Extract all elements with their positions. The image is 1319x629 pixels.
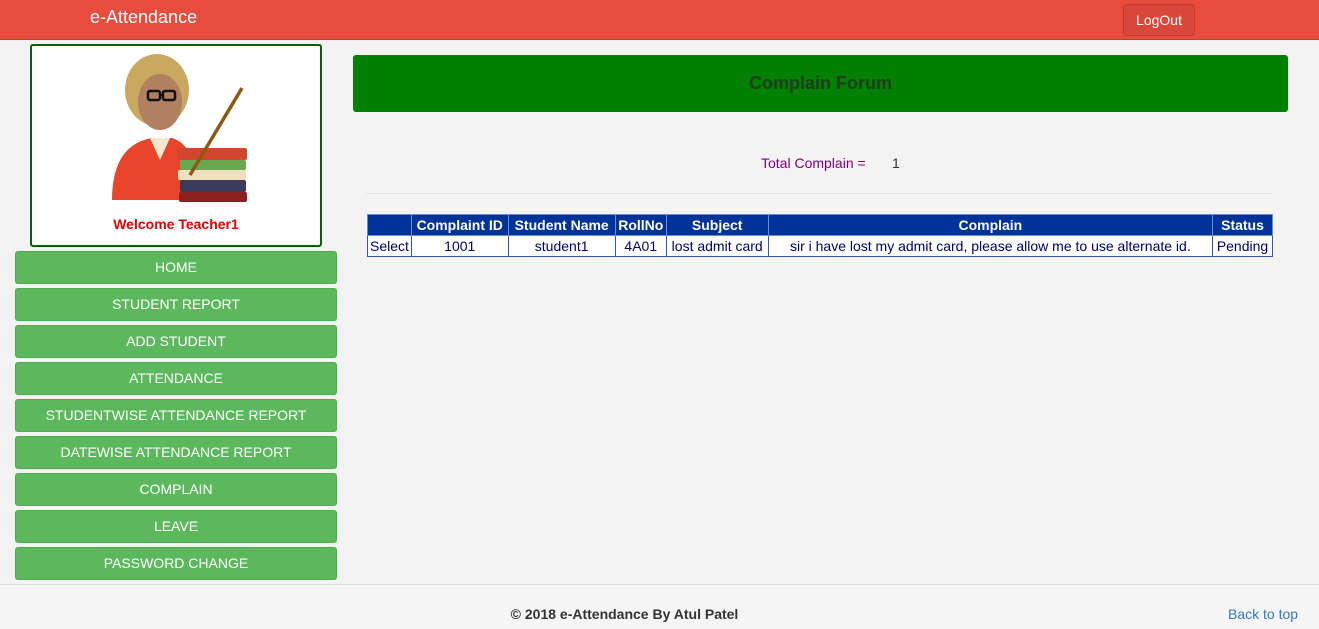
cell-subject: lost admit card — [665, 235, 769, 257]
cell-rollno: 4A01 — [614, 235, 667, 257]
menu-studentwise-report-button[interactable]: STUDENTWISE ATTENDANCE REPORT — [15, 399, 337, 432]
menu-student-report-button[interactable]: STUDENT REPORT — [15, 288, 337, 321]
cell-complaint-id: 1001 — [410, 235, 509, 257]
welcome-text: Welcome Teacher1 — [113, 216, 239, 232]
column-header-select — [367, 214, 412, 236]
column-header-student-name[interactable]: Student Name — [507, 214, 616, 236]
table-header-row: Complaint ID Student Name RollNo Subject… — [367, 214, 1273, 236]
menu-add-student-button[interactable]: ADD STUDENT — [15, 325, 337, 358]
column-header-rollno[interactable]: RollNo — [614, 214, 667, 236]
profile-card: Welcome Teacher1 — [30, 44, 322, 247]
copyright-text: © 2018 e-Attendance By Atul Patel — [510, 606, 739, 622]
back-to-top-link[interactable]: Back to top — [1228, 606, 1298, 622]
total-complain-value: 1 — [892, 155, 900, 171]
select-link[interactable]: Select — [367, 235, 412, 257]
teacher-avatar-icon — [112, 54, 247, 202]
menu-datewise-report-button[interactable]: DATEWISE ATTENDANCE REPORT — [15, 436, 337, 469]
cell-status: Pending — [1212, 235, 1273, 257]
menu-complain-button[interactable]: COMPLAIN — [15, 473, 337, 506]
column-header-complain[interactable]: Complain — [767, 214, 1214, 236]
complaints-table: Complaint ID Student Name RollNo Subject… — [367, 214, 1273, 257]
brand-title[interactable]: e-Attendance — [90, 7, 197, 28]
column-header-complaint-id[interactable]: Complaint ID — [410, 214, 509, 236]
page-title: Complain Forum — [353, 55, 1288, 112]
table-row: Select 1001 student1 4A01 lost admit car… — [367, 235, 1273, 257]
menu-password-change-button[interactable]: PASSWORD CHANGE — [15, 547, 337, 580]
column-header-status[interactable]: Status — [1212, 214, 1273, 236]
logout-button[interactable]: LogOut — [1123, 4, 1195, 36]
menu-leave-button[interactable]: LEAVE — [15, 510, 337, 543]
menu-attendance-button[interactable]: ATTENDANCE — [15, 362, 337, 395]
column-header-subject[interactable]: Subject — [665, 214, 769, 236]
top-navbar: e-Attendance LogOut — [0, 0, 1319, 40]
cell-student-name: student1 — [507, 235, 616, 257]
divider — [366, 193, 1272, 194]
footer: © 2018 e-Attendance By Atul Patel Back t… — [0, 584, 1319, 629]
cell-complain: sir i have lost my admit card, please al… — [767, 235, 1214, 257]
total-complain-label: Total Complain = — [761, 155, 866, 171]
menu-home-button[interactable]: HOME — [15, 251, 337, 284]
